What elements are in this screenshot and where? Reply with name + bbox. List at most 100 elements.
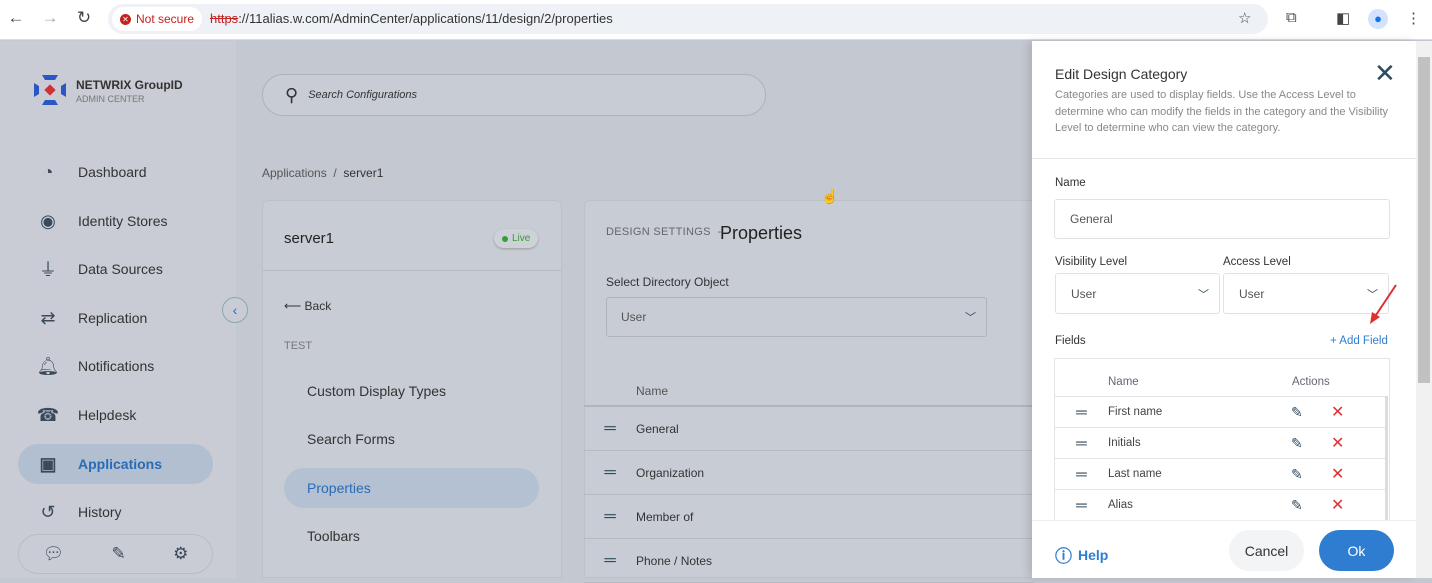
replication-icon: ⇄	[18, 308, 78, 329]
status-label: Live	[512, 233, 530, 244]
delete-x-icon[interactable]: ✕	[1331, 433, 1344, 453]
select-value: User	[1071, 287, 1096, 301]
table-row[interactable]: ═General	[584, 407, 1034, 451]
sidebar-item-identity-stores[interactable]: ◉Identity Stores	[18, 201, 213, 241]
sidebar-item-label: Identity Stores	[78, 213, 168, 229]
edit-pencil-icon[interactable]: ✎	[1291, 497, 1331, 514]
forward-nav-icon[interactable]: →	[38, 8, 62, 28]
url-path: ://11alias.w.com/AdminCenter/application…	[238, 11, 613, 26]
drag-handle-icon[interactable]: ═	[1055, 435, 1108, 452]
help-link[interactable]: ⓘHelp	[1055, 542, 1108, 567]
access-level-label: Access Level	[1223, 256, 1291, 268]
directory-object-select[interactable]: User﹀	[606, 297, 987, 337]
netwrix-logo	[32, 73, 68, 107]
menu-kebab-icon[interactable]: ⋮	[1406, 9, 1421, 27]
drag-handle-icon[interactable]: ═	[1055, 404, 1108, 421]
table-row[interactable]: ═Phone / Notes	[584, 539, 1034, 583]
drag-handle-icon[interactable]: ═	[1055, 466, 1108, 483]
search-placeholder: Search Configurations	[308, 89, 417, 101]
bookmark-star-icon[interactable]: ☆	[1238, 9, 1251, 27]
bell-icon: 🔔︎	[18, 356, 78, 377]
field-row[interactable]: ═Alias✎✕	[1055, 489, 1387, 520]
sidebar-item-notifications[interactable]: 🔔︎Notifications	[18, 346, 213, 386]
delete-x-icon[interactable]: ✕	[1331, 402, 1344, 422]
helpdesk-icon: ☎	[18, 405, 78, 426]
sidebar-item-history[interactable]: ↺History	[18, 492, 213, 532]
delete-x-icon[interactable]: ✕	[1331, 464, 1344, 484]
notification-edit-icon[interactable]: ✎	[112, 544, 126, 564]
drag-handle-icon[interactable]: ═	[584, 552, 636, 570]
delete-x-icon[interactable]: ✕	[1331, 495, 1344, 515]
panel-description: Categories are used to display fields. U…	[1055, 87, 1390, 137]
chevron-down-icon: ﹀	[1198, 286, 1209, 302]
breadcrumb-applications[interactable]: Applications	[262, 166, 327, 180]
page-scrollbar-thumb[interactable]	[1418, 57, 1430, 383]
gauge-icon: ◔	[18, 162, 78, 183]
table-row[interactable]: ═Organization	[584, 451, 1034, 495]
back-link[interactable]: ⟵ Back	[284, 299, 331, 313]
collapse-sidebar-button[interactable]: ‹	[222, 297, 248, 323]
not-secure-label: Not secure	[136, 12, 194, 26]
drag-handle-icon[interactable]: ═	[584, 464, 636, 482]
edit-pencil-icon[interactable]: ✎	[1291, 435, 1331, 452]
close-icon[interactable]: ✕	[1374, 60, 1396, 86]
divider	[1032, 158, 1416, 159]
divider	[263, 270, 561, 271]
drag-handle-icon[interactable]: ═	[1055, 497, 1108, 514]
search-input[interactable]: ⚲Search Configurations	[262, 74, 766, 116]
ok-button[interactable]: Ok	[1319, 530, 1394, 571]
profile-avatar[interactable]: ●	[1368, 9, 1388, 29]
extensions-icon[interactable]: ⧉	[1286, 9, 1297, 26]
settings-gear-icon[interactable]: ⚙	[173, 544, 188, 564]
field-row[interactable]: ═Initials✎✕	[1055, 427, 1387, 458]
not-secure-badge[interactable]: ✕Not secure	[112, 7, 202, 31]
back-label: Back	[305, 299, 332, 313]
sidebar-item-helpdesk[interactable]: ☎Helpdesk	[18, 395, 213, 435]
drag-handle-icon[interactable]: ═	[584, 508, 636, 526]
sidebar-item-label: Notifications	[78, 358, 154, 374]
access-level-select[interactable]: User﹀	[1223, 273, 1389, 314]
menu-item-label: Search Forms	[307, 431, 395, 447]
sidebar-item-applications[interactable]: ▣Applications	[18, 444, 213, 484]
url-text[interactable]: https://11alias.w.com/AdminCenter/applic…	[210, 11, 613, 26]
cancel-button[interactable]: Cancel	[1229, 530, 1304, 571]
row-name: Organization	[636, 466, 704, 480]
applications-icon: ▣	[18, 454, 78, 475]
help-label: Help	[1078, 547, 1108, 563]
row-name: Phone / Notes	[636, 554, 712, 568]
sidebar-item-label: History	[78, 504, 122, 520]
panel-title: Edit Design Category	[1055, 66, 1187, 82]
red-arrow-annotation-icon	[1366, 282, 1400, 324]
sidebar-item-data-sources[interactable]: ⏚Data Sources	[18, 249, 213, 289]
plug-icon: ⏚	[18, 256, 78, 282]
status-badge: Live	[494, 229, 538, 248]
menu-item-properties[interactable]: Properties	[284, 468, 539, 508]
sidebar-item-replication[interactable]: ⇄Replication	[18, 298, 213, 338]
column-header-name: Name	[1108, 376, 1139, 388]
menu-item-toolbars[interactable]: Toolbars	[284, 516, 539, 556]
field-name: Last name	[1108, 468, 1291, 480]
visibility-level-select[interactable]: User ﹀	[1055, 273, 1220, 314]
add-field-button[interactable]: + Add Field	[1330, 335, 1388, 347]
menu-item-search-forms[interactable]: Search Forms	[284, 419, 539, 459]
edit-pencil-icon[interactable]: ✎	[1291, 466, 1331, 483]
chat-icon[interactable]: 💬︎	[43, 544, 65, 564]
field-row[interactable]: ═First name✎✕	[1055, 396, 1387, 427]
reload-icon[interactable]: ↻	[72, 8, 96, 28]
back-nav-icon[interactable]: ←	[4, 8, 28, 28]
edit-pencil-icon[interactable]: ✎	[1291, 404, 1331, 421]
fields-table: Name Actions ═First name✎✕ ═Initials✎✕ ═…	[1054, 358, 1390, 520]
drag-handle-icon[interactable]: ═	[584, 420, 636, 438]
name-value: General	[1070, 212, 1113, 226]
menu-item-custom-display-types[interactable]: Custom Display Types	[284, 371, 539, 411]
fields-scrollbar[interactable]	[1385, 396, 1388, 520]
page-title: Properties	[720, 223, 802, 244]
sidebar-item-dashboard[interactable]: ◔Dashboard	[18, 152, 213, 192]
column-header-actions: Actions	[1292, 376, 1330, 388]
name-input[interactable]: General	[1054, 199, 1390, 239]
field-row[interactable]: ═Last name✎✕	[1055, 458, 1387, 489]
menu-item-label: Custom Display Types	[307, 383, 446, 399]
table-row[interactable]: ═Member of	[584, 495, 1034, 539]
side-panel-icon[interactable]: ◧	[1336, 9, 1350, 27]
live-dot-icon	[502, 236, 508, 242]
